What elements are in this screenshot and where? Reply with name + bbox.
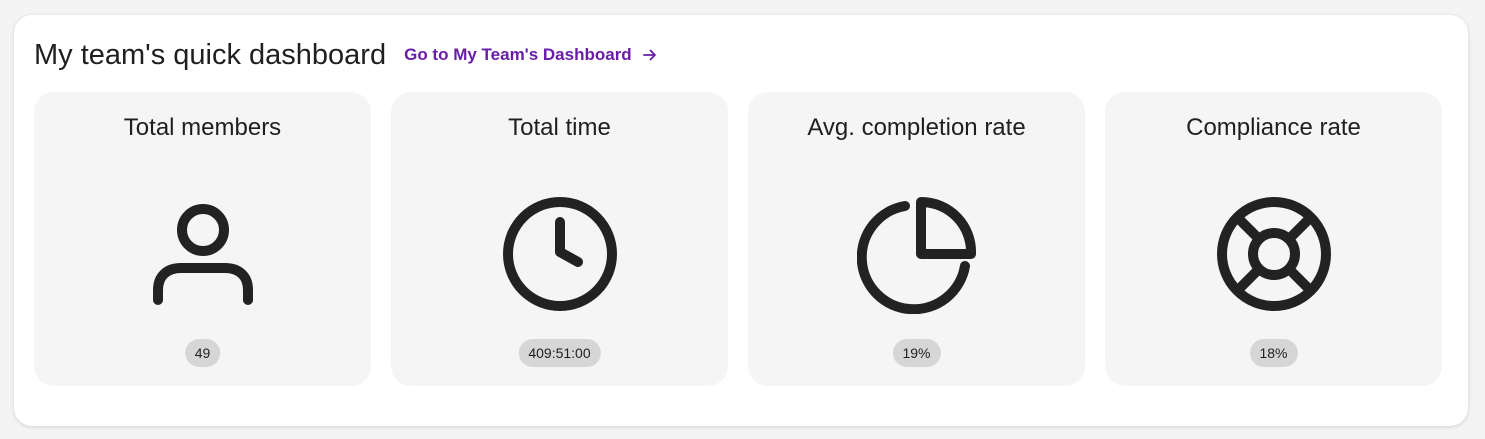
card-total-time: Total time 409:51:00 <box>391 92 728 386</box>
arrow-right-icon <box>642 49 656 61</box>
card-title: Total time <box>508 114 611 141</box>
card-avg-completion-rate: Avg. completion rate 19% <box>748 92 1085 386</box>
quick-dashboard-panel: My team's quick dashboard Go to My Team'… <box>14 15 1468 426</box>
panel-header: My team's quick dashboard Go to My Team'… <box>34 35 658 75</box>
card-title: Total members <box>123 114 282 141</box>
panel-title: My team's quick dashboard <box>34 39 387 71</box>
metric-cards: Total members 49 Total time 409:51:00 Av… <box>34 92 1442 386</box>
card-title: Compliance rate <box>1186 114 1361 141</box>
go-to-team-dashboard-link[interactable]: Go to My Team's Dashboard <box>404 35 658 75</box>
value-badge: 49 <box>184 339 221 367</box>
dashboard-link-label: Go to My Team's Dashboard <box>404 45 632 64</box>
card-title: Avg. completion rate <box>807 114 1026 141</box>
card-total-members: Total members 49 <box>34 92 371 386</box>
lifebuoy-icon <box>1216 197 1331 311</box>
person-icon <box>152 204 253 305</box>
value-badge: 18% <box>1249 339 1298 367</box>
clock-icon <box>502 197 617 311</box>
card-compliance-rate: Compliance rate 18% <box>1105 92 1442 386</box>
pie-chart-icon <box>856 197 976 314</box>
value-badge: 19% <box>892 339 941 367</box>
value-badge: 409:51:00 <box>518 339 601 367</box>
